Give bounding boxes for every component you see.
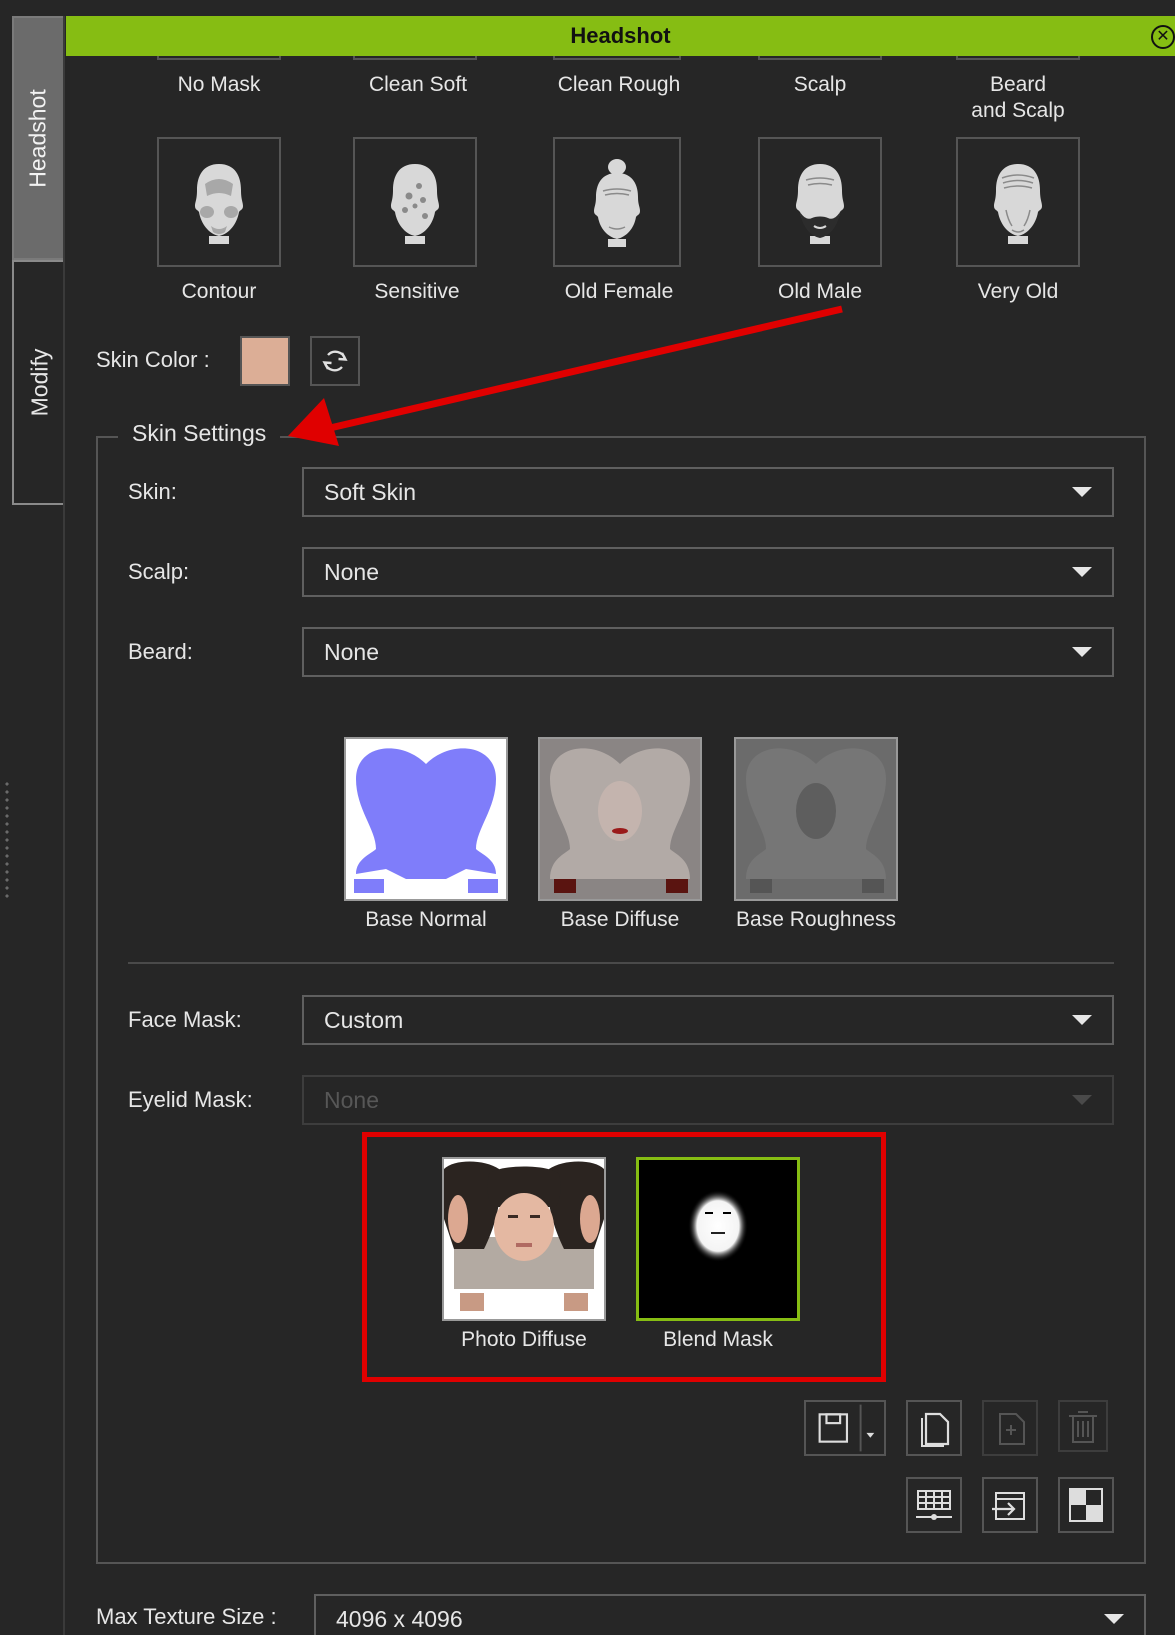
- annotation-arrow: [288, 305, 843, 446]
